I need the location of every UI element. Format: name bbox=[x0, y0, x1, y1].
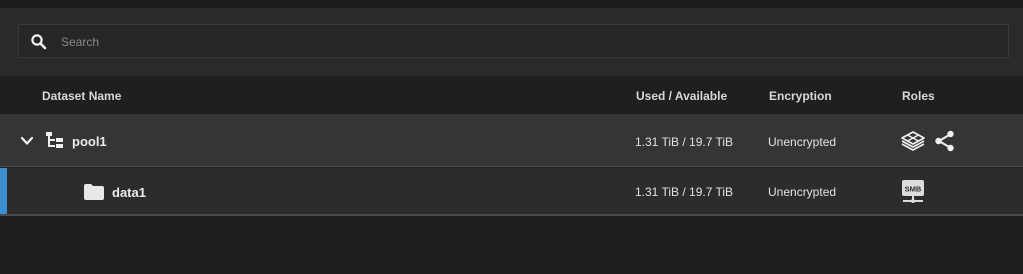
table-row[interactable]: data1 1.31 TiB / 19.7 TiB Unencrypted SM… bbox=[0, 168, 1023, 216]
share-icon bbox=[935, 130, 954, 152]
column-header-encryption[interactable]: Encryption bbox=[769, 89, 832, 103]
search-icon bbox=[31, 34, 47, 50]
smb-share-icon: SMB bbox=[902, 180, 924, 203]
encryption-status: Unencrypted bbox=[768, 185, 837, 199]
search-box[interactable] bbox=[18, 24, 1009, 58]
chevron-down-icon[interactable] bbox=[20, 134, 34, 148]
used-available: 1.31 TiB / 19.7 TiB bbox=[635, 185, 734, 199]
encryption-status: Unencrypted bbox=[768, 135, 837, 149]
column-header-roles[interactable]: Roles bbox=[902, 89, 935, 103]
dataset-name: data1 bbox=[112, 185, 146, 200]
top-strip bbox=[0, 0, 1023, 8]
column-header-used[interactable]: Used / Available bbox=[636, 89, 727, 103]
dataset-name: pool1 bbox=[72, 134, 107, 149]
used-available: 1.31 TiB / 19.7 TiB bbox=[635, 135, 734, 149]
tree-structure-icon bbox=[46, 132, 63, 148]
search-bar bbox=[0, 8, 1023, 76]
folder-icon bbox=[84, 184, 104, 200]
storage-pool-icon bbox=[901, 131, 925, 151]
smb-label: SMB bbox=[905, 185, 922, 194]
selected-indicator bbox=[0, 168, 7, 214]
search-input[interactable] bbox=[59, 31, 993, 53]
column-header-name[interactable]: Dataset Name bbox=[42, 89, 121, 103]
table-row[interactable]: pool1 1.31 TiB / 19.7 TiB Unencrypted bbox=[0, 114, 1023, 167]
table-header: Dataset Name Used / Available Encryption… bbox=[0, 76, 1023, 114]
